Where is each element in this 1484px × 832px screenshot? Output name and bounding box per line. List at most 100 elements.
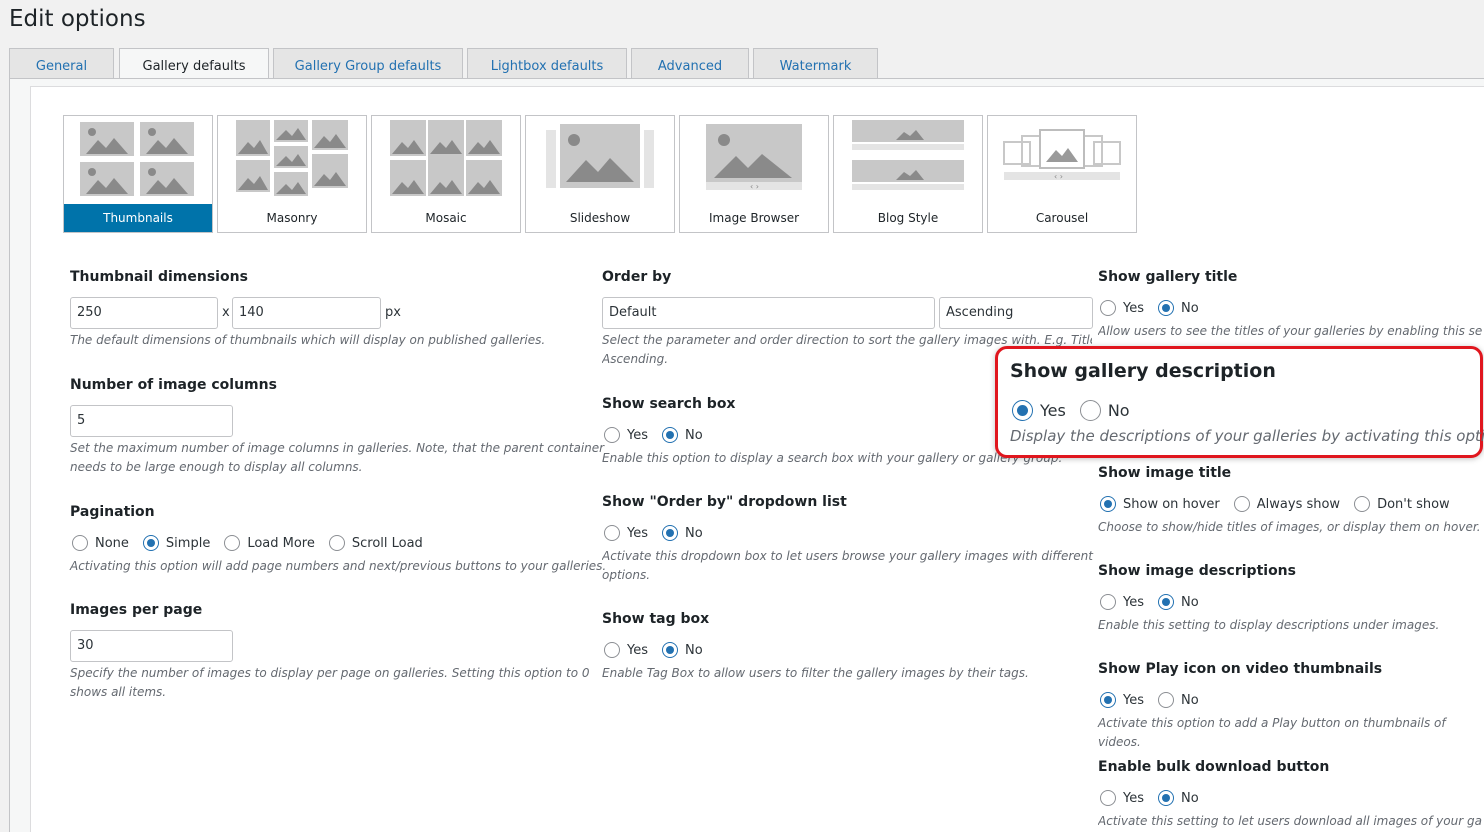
- images-per-page-input[interactable]: 30: [70, 630, 233, 662]
- tab-general[interactable]: General: [9, 48, 114, 79]
- radio-button[interactable]: [1100, 496, 1116, 512]
- bulk-download-no[interactable]: No: [1158, 790, 1199, 806]
- order-dropdown-label: Show "Order by" dropdown list: [602, 494, 847, 510]
- radio-button[interactable]: [1100, 594, 1116, 610]
- radio-button[interactable]: [328, 535, 345, 551]
- radio-button[interactable]: [1158, 300, 1174, 316]
- radio-button[interactable]: [662, 525, 678, 541]
- tab-lightbox-defaults[interactable]: Lightbox defaults: [467, 48, 627, 79]
- tab-watermark[interactable]: Watermark: [753, 48, 878, 79]
- order-dropdown-no[interactable]: No: [662, 525, 703, 541]
- tab-gallery-group-defaults[interactable]: Gallery Group defaults: [273, 48, 463, 79]
- radio-button[interactable]: [662, 642, 678, 658]
- desc-line: Activate this dropdown box to let users …: [602, 549, 1095, 563]
- bulk-download-radio-group: Yes No: [1100, 788, 1213, 808]
- radio-button[interactable]: [224, 535, 241, 551]
- tag-box-label: Show tag box: [602, 611, 709, 627]
- radio-button[interactable]: [1100, 692, 1116, 708]
- radio-button[interactable]: [604, 427, 620, 443]
- desc-line: needs to be large enough to display all …: [70, 460, 363, 474]
- tab-advanced[interactable]: Advanced: [631, 48, 749, 79]
- pagination-simple[interactable]: Simple: [142, 535, 210, 551]
- order-dropdown-desc: Activate this dropdown box to let users …: [602, 547, 1095, 585]
- slideshow-view-icon: [546, 124, 654, 188]
- gallery-title-yes[interactable]: Yes: [1100, 300, 1144, 316]
- radio-button[interactable]: [1233, 496, 1250, 512]
- search-box-radio-group: Yes No: [604, 425, 717, 445]
- image-browser-view-icon: ‹ ›: [706, 124, 802, 191]
- field-label: Show tag box: [602, 611, 710, 627]
- order-direction-select[interactable]: Ascending: [939, 297, 1093, 329]
- radio-label: Yes: [1123, 594, 1144, 610]
- radio-button[interactable]: [1012, 399, 1033, 421]
- image-columns-label: Number of image columns: [70, 377, 277, 393]
- radio-button[interactable]: [72, 535, 88, 551]
- radio-label: Always show: [1256, 496, 1341, 512]
- radio-label: Yes: [1123, 790, 1144, 806]
- radio-button[interactable]: [1354, 496, 1371, 512]
- tag-box-radio-group: Yes No: [604, 640, 717, 660]
- thumbnail-width-input[interactable]: 250: [70, 297, 218, 329]
- radio-button[interactable]: [662, 427, 678, 443]
- svg-text:‹ ›: ‹ ›: [1054, 172, 1063, 181]
- view-thumbnails[interactable]: Thumbnails: [63, 115, 213, 233]
- gallery-description-radio-group: Yes No: [1012, 397, 1144, 423]
- thumbnail-dimensions-label: Thumbnail dimensions: [70, 269, 248, 285]
- tag-box-yes[interactable]: Yes: [604, 642, 648, 658]
- radio-button[interactable]: [604, 642, 620, 658]
- desc-line: shows all items.: [70, 685, 167, 699]
- gallery-title-no[interactable]: No: [1158, 300, 1199, 316]
- radio-button[interactable]: [1079, 399, 1101, 421]
- image-descriptions-yes[interactable]: Yes: [1100, 594, 1144, 610]
- bulk-download-yes[interactable]: Yes: [1100, 790, 1144, 806]
- order-dropdown-yes[interactable]: Yes: [604, 525, 648, 541]
- blog-style-view-icon: [852, 120, 964, 190]
- field-label: Order by: [602, 269, 672, 285]
- image-descriptions-no[interactable]: No: [1158, 594, 1199, 610]
- radio-label: Load More: [247, 535, 315, 551]
- image-descriptions-radio-group: Yes No: [1100, 592, 1213, 612]
- thumbnail-height-input[interactable]: 140: [232, 297, 381, 329]
- image-title-always-show[interactable]: Always show: [1233, 496, 1341, 512]
- gallery-description-no[interactable]: No: [1079, 399, 1130, 421]
- view-carousel[interactable]: ‹ › Carousel: [987, 115, 1137, 233]
- view-image-browser[interactable]: ‹ › Image Browser: [679, 115, 829, 233]
- order-by-select[interactable]: Default: [602, 297, 935, 329]
- search-box-yes[interactable]: Yes: [604, 427, 648, 443]
- view-slideshow[interactable]: Slideshow: [525, 115, 675, 233]
- radio-label: No: [685, 427, 703, 443]
- radio-button[interactable]: [1158, 692, 1174, 708]
- radio-button[interactable]: [1158, 594, 1174, 610]
- view-masonry[interactable]: Masonry: [217, 115, 367, 233]
- play-icon-yes[interactable]: Yes: [1100, 692, 1144, 708]
- radio-button[interactable]: [604, 525, 620, 541]
- radio-button[interactable]: [1158, 790, 1174, 806]
- gallery-description-yes[interactable]: Yes: [1012, 399, 1066, 421]
- radio-button[interactable]: [142, 535, 159, 551]
- dimension-separator: x: [222, 305, 230, 320]
- image-columns-input[interactable]: 5: [70, 405, 233, 437]
- tab-gallery-defaults[interactable]: Gallery defaults: [119, 48, 269, 80]
- pagination-none[interactable]: None: [72, 535, 129, 551]
- view-mosaic[interactable]: Mosaic: [371, 115, 521, 233]
- pagination-load-more[interactable]: Load More: [224, 535, 315, 551]
- view-label: Thumbnails: [64, 204, 212, 232]
- view-blog-style[interactable]: Blog Style: [833, 115, 983, 233]
- radio-button[interactable]: [1100, 790, 1116, 806]
- pagination-scroll-load[interactable]: Scroll Load: [328, 535, 423, 551]
- radio-label: Yes: [1123, 692, 1144, 708]
- radio-button[interactable]: [1100, 300, 1116, 316]
- field-label: Images per page: [70, 602, 203, 618]
- radio-label: No: [685, 525, 703, 541]
- tag-box-no[interactable]: No: [662, 642, 703, 658]
- radio-label: Yes: [627, 525, 648, 541]
- view-label: Blog Style: [877, 211, 939, 225]
- image-title-show-on-hover[interactable]: Show on hover: [1100, 496, 1220, 512]
- search-box-no[interactable]: No: [662, 427, 703, 443]
- image-title-dont-show[interactable]: Don't show: [1354, 496, 1450, 512]
- play-icon-no[interactable]: No: [1158, 692, 1199, 708]
- field-label: Show image title: [1098, 465, 1232, 481]
- field-label: Show "Order by" dropdown list: [602, 494, 847, 510]
- radio-label: No: [1181, 594, 1199, 610]
- field-label: Thumbnail dimensions: [70, 269, 248, 285]
